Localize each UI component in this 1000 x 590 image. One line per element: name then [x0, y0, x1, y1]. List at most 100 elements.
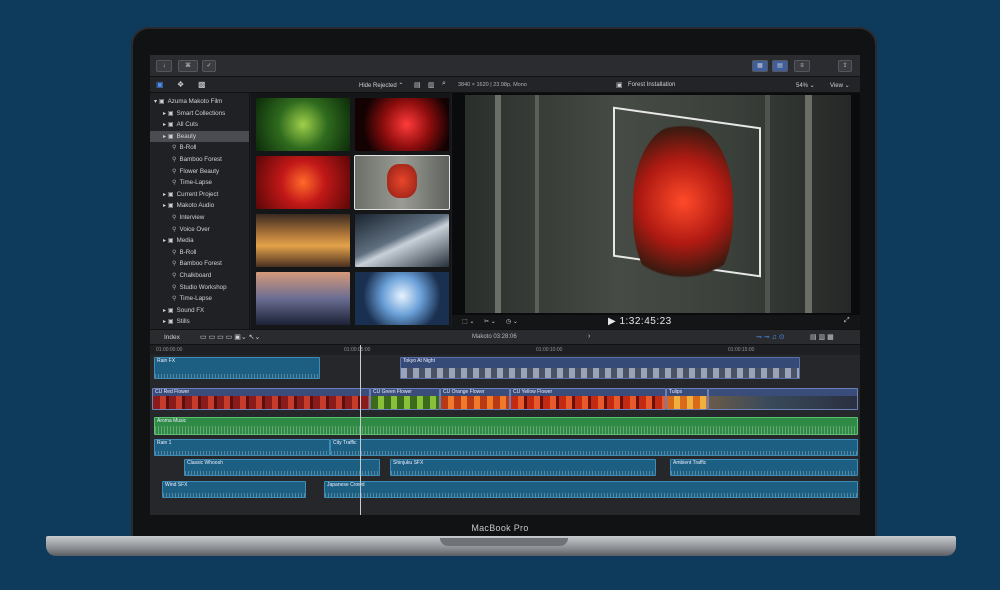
event-icon: ▸ ▣	[163, 190, 174, 198]
audio-icon[interactable]: ▥	[428, 81, 435, 89]
keyword-icon: ⚲	[172, 272, 177, 279]
inspector-button[interactable]: ≡	[794, 60, 810, 72]
clip-label: Ambient Traffic	[673, 460, 707, 466]
timeline-clip[interactable]: City Traffic	[330, 439, 858, 456]
sidebar-item-label: B-Roll	[179, 248, 197, 256]
timeline-clip[interactable]: Classic Whoosh	[184, 459, 380, 476]
sidebar-item[interactable]: ▸ ▣ Media	[150, 235, 249, 246]
app-toolbar: ↓ ⌘ ✓ ▦ ▤ ≡ ⇪	[150, 55, 860, 77]
index-button[interactable]: Index	[164, 334, 180, 341]
timeline-clip[interactable]	[708, 388, 858, 410]
forward-icon[interactable]: ›	[588, 333, 590, 340]
clip-thumbnail[interactable]	[256, 214, 350, 267]
timeline-clip[interactable]: Aroma Music	[154, 417, 858, 435]
grid-icon: ▦	[757, 63, 763, 69]
timeline-clip[interactable]: Shinjuku SFX	[390, 459, 656, 476]
video-frame[interactable]	[465, 95, 851, 313]
format-label: 3840 × 1620 | 23.98p, Mono	[458, 82, 527, 88]
keyword-button[interactable]: ⌘	[178, 60, 198, 72]
event-icon: ▸ ▣	[163, 237, 174, 245]
clip-thumbnail[interactable]	[355, 272, 449, 325]
ruler-tick: 01:00:05:00	[344, 347, 371, 353]
clip-thumbnail[interactable]	[355, 98, 449, 151]
timeline-clip[interactable]: CU Green Flower	[370, 388, 440, 410]
sidebar-item[interactable]: ⚲ Bamboo Forest	[150, 154, 249, 165]
photos-icon[interactable]: ❖	[177, 80, 184, 89]
timeline-clip[interactable]: Tulips	[666, 388, 708, 410]
sidebar-item[interactable]: ⚲ Voice Over	[150, 224, 249, 235]
sidebar-item-label: Beauty	[176, 132, 196, 140]
sidebar-item-label: Sound FX	[176, 306, 205, 314]
enhance-icon[interactable]: ✂ ⌄	[484, 318, 496, 325]
timeline-clip[interactable]: CU Red Flower	[152, 388, 370, 410]
titles-icon[interactable]: ▩	[198, 80, 206, 89]
sidebar-item[interactable]: ⚲ B-Roll	[150, 142, 249, 153]
sidebar-item[interactable]: ⚲ B-Roll	[150, 247, 249, 258]
sidebar-item[interactable]: ▸ ▣ Sound FX	[150, 305, 249, 316]
sidebar-item[interactable]: ▸ ▣ Beauty	[150, 130, 249, 142]
clip-thumbnail[interactable]	[256, 272, 350, 325]
view-dropdown[interactable]: View ⌄	[830, 82, 850, 89]
sidebar-item[interactable]: ⚲ Studio Workshop	[150, 282, 249, 293]
import-button[interactable]: ↓	[156, 60, 172, 72]
sidebar-item[interactable]: ⚲ Flower Beauty	[150, 166, 249, 177]
sidebar-item-label: Time-Lapse	[179, 179, 212, 187]
fullscreen-icon[interactable]: ⤢	[844, 317, 850, 325]
clip-thumbnail[interactable]	[354, 155, 450, 210]
ruler-tick: 01:00:00:00	[156, 347, 183, 353]
clip-label: CU Green Flower	[373, 389, 412, 395]
timeline-clip[interactable]: Japanese Crowd	[324, 481, 858, 498]
skimming-icons[interactable]: ⊸ ⊸ ♫ ⊙	[756, 333, 785, 341]
sidebar-item-label: All Cuts	[176, 121, 198, 129]
event-icon: ▸ ▣	[163, 306, 174, 314]
clip-label: Rain FX	[157, 358, 176, 364]
sidebar-item-label: Makoto Audio	[176, 202, 215, 210]
transform-icon[interactable]: ⬚ ⌄	[462, 318, 474, 325]
timeline-clip[interactable]: Ambient Traffic	[670, 459, 858, 476]
layout-button-2[interactable]: ▤	[772, 60, 788, 72]
timeline-clip[interactable]: Wind SFX	[162, 481, 306, 498]
sidebar-item[interactable]: ⚲ Bamboo Forest	[150, 258, 249, 269]
clip-thumbnail[interactable]	[256, 156, 350, 209]
final-cut-window: ↓ ⌘ ✓ ▦ ▤ ≡ ⇪ ▣ ❖ ▩ Hide Rejected ⌃ ▤ ▥ …	[150, 55, 860, 515]
sidebar-item[interactable]: ⚲ Time-Lapse	[150, 293, 249, 304]
speed-icon[interactable]: ◷ ⌄	[506, 318, 518, 325]
clip-label: City Traffic	[333, 440, 357, 446]
layout-button-1[interactable]: ▦	[752, 60, 768, 72]
clip-thumbnail[interactable]	[355, 214, 449, 267]
clip-browser	[251, 93, 451, 329]
timeline-clip[interactable]: CU Yellow Flower	[510, 388, 666, 410]
sidebar-item[interactable]: ▸ ▣ Smart Collections	[150, 108, 249, 119]
timeline-clip[interactable]: Rain 1	[154, 439, 330, 456]
filter-dropdown[interactable]: Hide Rejected ⌃	[359, 82, 403, 89]
background-tasks-button[interactable]: ✓	[202, 60, 216, 72]
edit-tools-icons[interactable]: ▭ ▭ ▭ ▭ ▣⌄ ↖⌄	[200, 333, 260, 341]
project-name: Makoto 03:28:06	[472, 334, 517, 340]
timecode-display[interactable]: ▶ 1:32:45:23	[608, 316, 672, 327]
sidebar-item[interactable]: ▸ ▣ All Cuts	[150, 119, 249, 130]
timeline-clip[interactable]: Tokyo At Night	[400, 357, 800, 379]
sidebar-item[interactable]: ▸ ▣ Current Project	[150, 189, 249, 200]
timeline-ruler[interactable]: 01:00:00:00 01:00:05:00 01:00:10:00 01:0…	[150, 345, 860, 355]
search-icon[interactable]: ⌕	[442, 80, 446, 88]
clip-thumbnail[interactable]	[256, 98, 350, 151]
sidebar-item[interactable]: ⚲ Chalkboard	[150, 270, 249, 281]
event-icon: ▸ ▣	[163, 109, 174, 117]
appearance-icons[interactable]: ▤ ▥ ▦	[810, 333, 834, 341]
share-button[interactable]: ⇪	[838, 60, 852, 72]
event-icon: ▸ ▣	[163, 121, 174, 129]
keyword-icon: ⚲	[172, 283, 177, 291]
sidebar-item[interactable]: ▸ ▣ Makoto Audio	[150, 200, 249, 211]
filmstrip-icon[interactable]: ▤	[414, 81, 421, 89]
zoom-dropdown[interactable]: 54% ⌄	[796, 82, 815, 89]
sidebar-item[interactable]: ▸ ▣ Stills	[150, 316, 249, 327]
viewer: ⬚ ⌄ ✂ ⌄ ◷ ⌄ ▶ 1:32:45:23 ⤢	[452, 93, 860, 329]
sidebar-item[interactable]: ⚲ Time-Lapse	[150, 177, 249, 188]
sidebar-item[interactable]: ▾ ▣ Azuma Makoto Film	[150, 96, 249, 107]
library-icon[interactable]: ▣	[156, 80, 164, 89]
timeline-clip[interactable]: CU Orange Flower	[440, 388, 510, 410]
playhead[interactable]	[360, 345, 361, 515]
timeline[interactable]: Rain FX Tokyo At Night CU Red Flower CU …	[150, 355, 860, 515]
sidebar-item[interactable]: ⚲ Interview	[150, 212, 249, 223]
timeline-clip[interactable]: Rain FX	[154, 357, 320, 379]
